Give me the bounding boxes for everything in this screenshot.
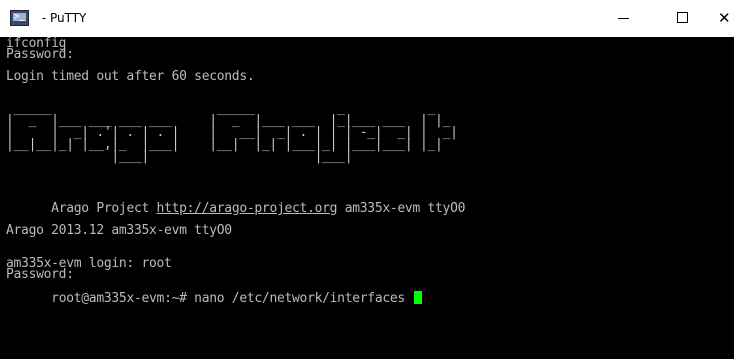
terminal-line-timeout: Login timed out after 60 seconds. bbox=[6, 69, 255, 84]
app-icon-glyph: >_ bbox=[14, 12, 25, 22]
close-button[interactable]: ✕ bbox=[714, 0, 734, 37]
close-icon: ✕ bbox=[718, 9, 731, 27]
minimize-icon bbox=[618, 18, 629, 19]
project-url-link[interactable]: http://arago-project.org bbox=[157, 201, 338, 216]
project-prefix: Arago Project bbox=[51, 201, 157, 216]
maximize-icon bbox=[677, 12, 688, 23]
terminal-line-project: Arago Project http://arago-project.org a… bbox=[6, 192, 465, 225]
minimize-button[interactable] bbox=[600, 0, 646, 37]
window-title: - PuTTY bbox=[38, 11, 87, 25]
terminal-screen[interactable]: ifconfig Password: Login timed out after… bbox=[0, 37, 734, 359]
terminal-line-password: Password: bbox=[6, 47, 74, 62]
terminal-line-version: Arago 2013.12 am335x-evm ttyO0 bbox=[6, 223, 232, 238]
project-suffix: am335x-evm ttyO0 bbox=[337, 201, 466, 216]
terminal-cursor bbox=[414, 291, 423, 304]
ascii-banner-line-5: |___| |___| bbox=[6, 149, 458, 164]
terminal-line-prompt[interactable]: root@am335x-evm:~# nano /etc/network/int… bbox=[6, 280, 423, 315]
prompt-command: root@am335x-evm:~# nano /etc/network/int… bbox=[51, 291, 413, 306]
maximize-button[interactable] bbox=[660, 0, 706, 37]
putty-terminal-icon[interactable]: >_ bbox=[10, 10, 29, 26]
title-bar[interactable]: >_ - PuTTY ✕ bbox=[0, 0, 734, 37]
terminal-line-password-2: Password: bbox=[6, 267, 74, 282]
putty-window: >_ - PuTTY ✕ ifconfig Password: Login ti… bbox=[0, 0, 734, 359]
